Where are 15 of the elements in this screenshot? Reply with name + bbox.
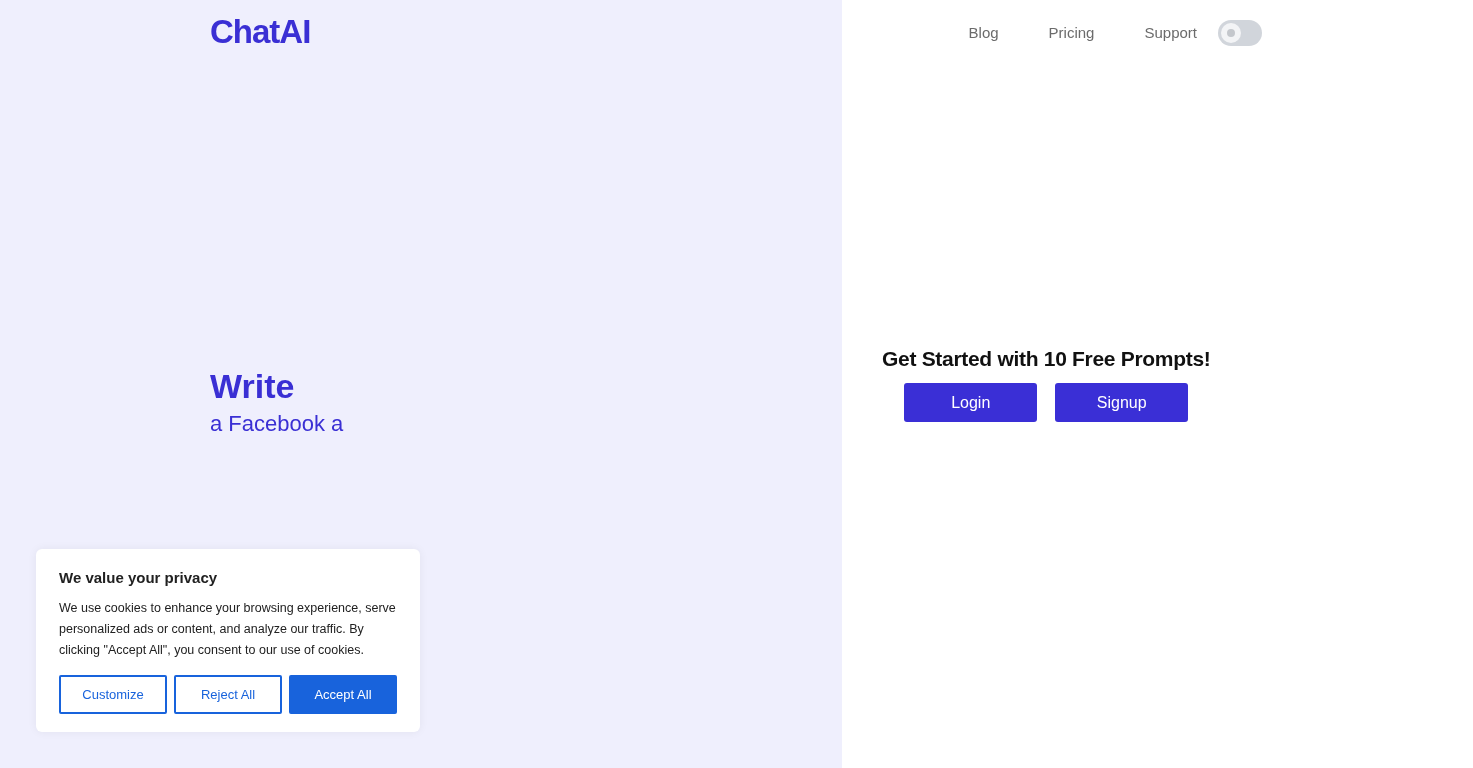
cta-title: Get Started with 10 Free Prompts! (882, 346, 1211, 372)
login-button[interactable]: Login (904, 383, 1038, 422)
accept-button[interactable]: Accept All (289, 675, 397, 714)
hero-typed-text: a Facebook a (210, 410, 344, 438)
nav-link[interactable]: Pricing (1048, 20, 1095, 46)
logo[interactable]: ChatAI (210, 14, 311, 50)
cookie-title: We value your privacy (59, 568, 219, 588)
outline-button[interactable]: Reject All (174, 675, 282, 714)
outline-button[interactable]: Customize (59, 675, 167, 714)
theme-toggle[interactable] (1218, 20, 1262, 46)
nav-link[interactable]: Support (1144, 20, 1197, 46)
signup-button[interactable]: Signup (1055, 383, 1189, 422)
nav-link[interactable]: Blog (968, 20, 999, 46)
hero-heading: Write (210, 366, 295, 406)
cookie-text: We use cookies to enhance your browsing experience, serve personalized ads or content, and analyze our traffic. By clicking "Accept All", you consent to our use of cookies. (59, 600, 397, 659)
